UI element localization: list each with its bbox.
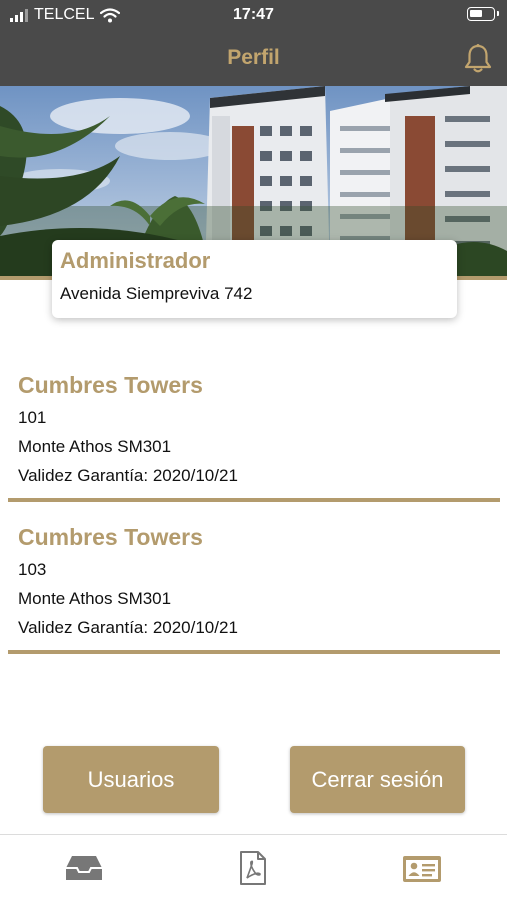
profile-role: Administrador: [60, 248, 211, 273]
tab-documents[interactable]: [231, 849, 275, 887]
users-button[interactable]: Usuarios: [43, 746, 219, 813]
profile-address: Avenida Siempreviva 742: [60, 284, 253, 303]
unit-name: Cumbres Towers: [18, 372, 203, 398]
unit-name: Cumbres Towers: [18, 524, 203, 550]
page-title: Perfil: [227, 46, 280, 69]
unit-model: Monte Athos SM301: [18, 437, 172, 456]
unit-number: 101: [18, 408, 47, 427]
nav-bar: Perfil: [0, 30, 507, 86]
unit-item[interactable]: Cumbres Towers 103 Monte Athos SM301 Val…: [8, 524, 500, 654]
unit-warranty: Validez Garantía: 2020/10/21: [18, 618, 238, 637]
unit-warranty: Validez Garantía: 2020/10/21: [18, 466, 238, 485]
unit-divider: [8, 498, 500, 502]
unit-number: 103: [18, 560, 47, 579]
status-time: 17:47: [233, 6, 274, 23]
id-card-icon: [403, 856, 441, 882]
tab-profile[interactable]: [400, 849, 444, 887]
tab-bar: [0, 834, 507, 900]
unit-divider: [8, 650, 500, 654]
logout-button[interactable]: Cerrar sesión: [290, 746, 465, 813]
inbox-icon: [66, 856, 102, 880]
unit-model: Monte Athos SM301: [18, 589, 172, 608]
unit-item[interactable]: Cumbres Towers 101 Monte Athos SM301 Val…: [8, 372, 500, 502]
status-bar: TELCEL 17:47: [0, 0, 507, 30]
profile-card: Administrador Avenida Siempreviva 742: [52, 240, 457, 318]
bell-icon[interactable]: [461, 42, 495, 76]
tab-inbox[interactable]: [62, 849, 106, 887]
battery-icon: [467, 7, 499, 21]
pdf-document-icon: [240, 851, 266, 885]
